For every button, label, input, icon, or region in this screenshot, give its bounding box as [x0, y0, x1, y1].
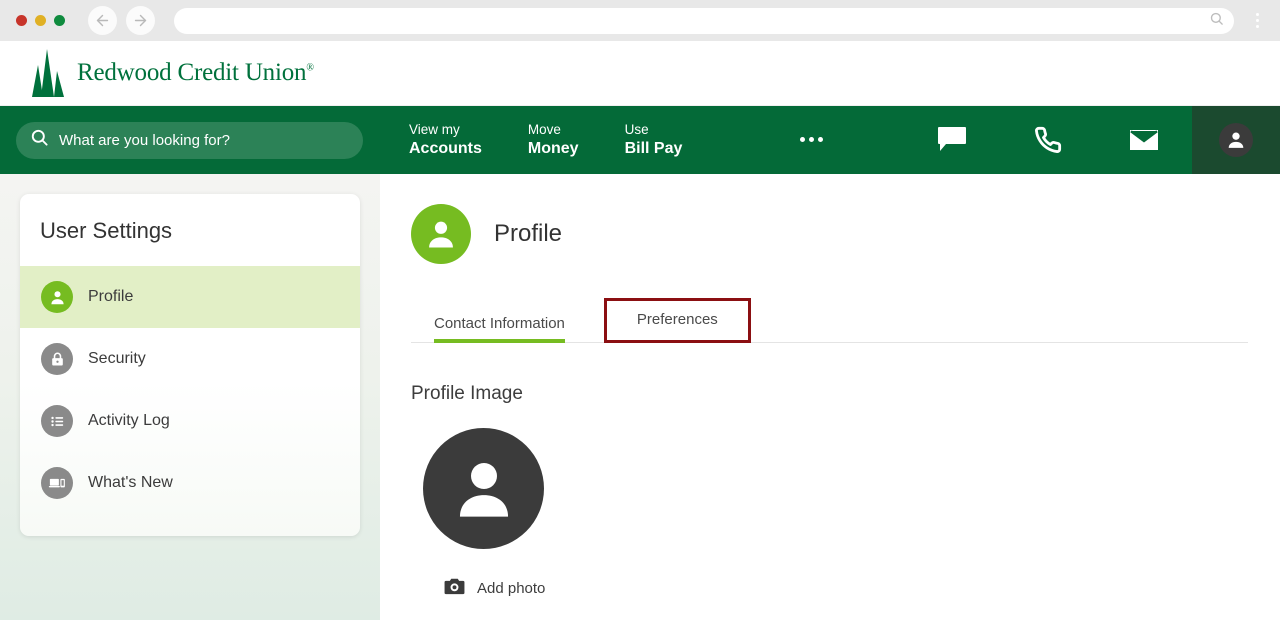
devices-icon — [41, 467, 73, 499]
nav-item-bill-pay[interactable]: Use Bill Pay — [625, 121, 707, 160]
user-settings-card: User Settings Profile Security Activity … — [20, 194, 360, 536]
nav-links: View my Accounts Move Money Use Bill Pay — [409, 121, 824, 160]
search-icon — [30, 128, 59, 152]
trademark-symbol: ® — [306, 62, 314, 74]
chat-icon[interactable] — [904, 106, 1000, 174]
sidebar-item-whats-new[interactable]: What's New — [20, 452, 360, 514]
primary-navigation: View my Accounts Move Money Use Bill Pay — [0, 106, 1280, 174]
sidebar-item-whats-new-label: What's New — [88, 474, 173, 491]
sidebar-title: User Settings — [40, 218, 173, 243]
sidebar-item-activity-log[interactable]: Activity Log — [20, 390, 360, 452]
camera-icon — [444, 577, 465, 600]
search-icon[interactable] — [1209, 11, 1224, 31]
add-photo-label: Add photo — [477, 580, 546, 597]
page-header: Profile — [411, 204, 1248, 264]
profile-image-avatar[interactable] — [423, 428, 544, 549]
nav-item-accounts-label: Accounts — [409, 140, 482, 158]
nav-item-accounts-eyebrow: View my — [409, 121, 460, 137]
section-title-profile-image: Profile Image — [411, 383, 523, 404]
list-icon — [41, 405, 73, 437]
phone-icon[interactable] — [1000, 106, 1096, 174]
close-window-button[interactable] — [16, 15, 27, 26]
profile-tabs: Contact Information Preferences — [411, 298, 1248, 343]
site-header: Redwood Credit Union® — [0, 41, 1280, 106]
url-bar[interactable] — [174, 7, 1234, 34]
nav-item-move-money-label: Money — [527, 140, 579, 158]
page-body: User Settings Profile Security Activity … — [0, 174, 1280, 620]
browser-chrome — [0, 0, 1280, 41]
sidebar-item-security[interactable]: Security — [20, 328, 360, 390]
nav-item-accounts[interactable]: View my Accounts — [409, 121, 506, 160]
nav-item-bill-pay-label: Bill Pay — [624, 140, 683, 158]
minimize-window-button[interactable] — [35, 15, 46, 26]
more-horizontal-icon[interactable] — [800, 137, 824, 143]
nav-item-move-money[interactable]: Move Money — [528, 121, 603, 160]
tab-contact-information[interactable]: Contact Information — [411, 308, 592, 343]
tab-preferences-label: Preferences — [636, 311, 718, 328]
mail-icon[interactable] — [1096, 106, 1192, 174]
add-photo-button[interactable]: Add photo — [444, 577, 1248, 600]
user-avatar-icon[interactable] — [1192, 106, 1280, 174]
sidebar: User Settings Profile Security Activity … — [0, 174, 380, 620]
main-content: Profile Contact Information Preferences … — [380, 174, 1280, 620]
forward-arrow-icon[interactable] — [126, 6, 155, 35]
brand-name-text: Redwood Credit Union — [77, 59, 307, 86]
sidebar-item-profile[interactable]: Profile — [20, 266, 360, 328]
maximize-window-button[interactable] — [54, 15, 65, 26]
redwood-tree-logo[interactable] — [32, 49, 66, 97]
browser-navigation — [88, 6, 155, 35]
person-silhouette-icon — [459, 462, 508, 517]
sidebar-item-activity-log-label: Activity Log — [88, 412, 170, 429]
page-title: Profile — [494, 220, 563, 247]
kebab-menu-icon[interactable] — [1244, 6, 1270, 36]
brand-name[interactable]: Redwood Credit Union® — [77, 59, 314, 87]
nav-utility-icons — [904, 106, 1280, 174]
back-arrow-icon[interactable] — [88, 6, 117, 35]
search-input[interactable] — [59, 131, 349, 149]
lock-icon — [41, 343, 73, 375]
sidebar-item-profile-label: Profile — [88, 288, 134, 305]
window-controls — [16, 15, 65, 26]
sidebar-item-security-label: Security — [88, 350, 146, 367]
person-icon — [41, 281, 73, 313]
site-search[interactable] — [16, 121, 363, 159]
tab-contact-information-label: Contact Information — [434, 315, 565, 332]
nav-item-bill-pay-eyebrow: Use — [624, 121, 649, 137]
avatar — [1219, 123, 1253, 157]
nav-item-move-money-eyebrow: Move — [527, 121, 561, 137]
tab-preferences[interactable]: Preferences — [603, 298, 751, 343]
person-icon — [411, 204, 471, 264]
